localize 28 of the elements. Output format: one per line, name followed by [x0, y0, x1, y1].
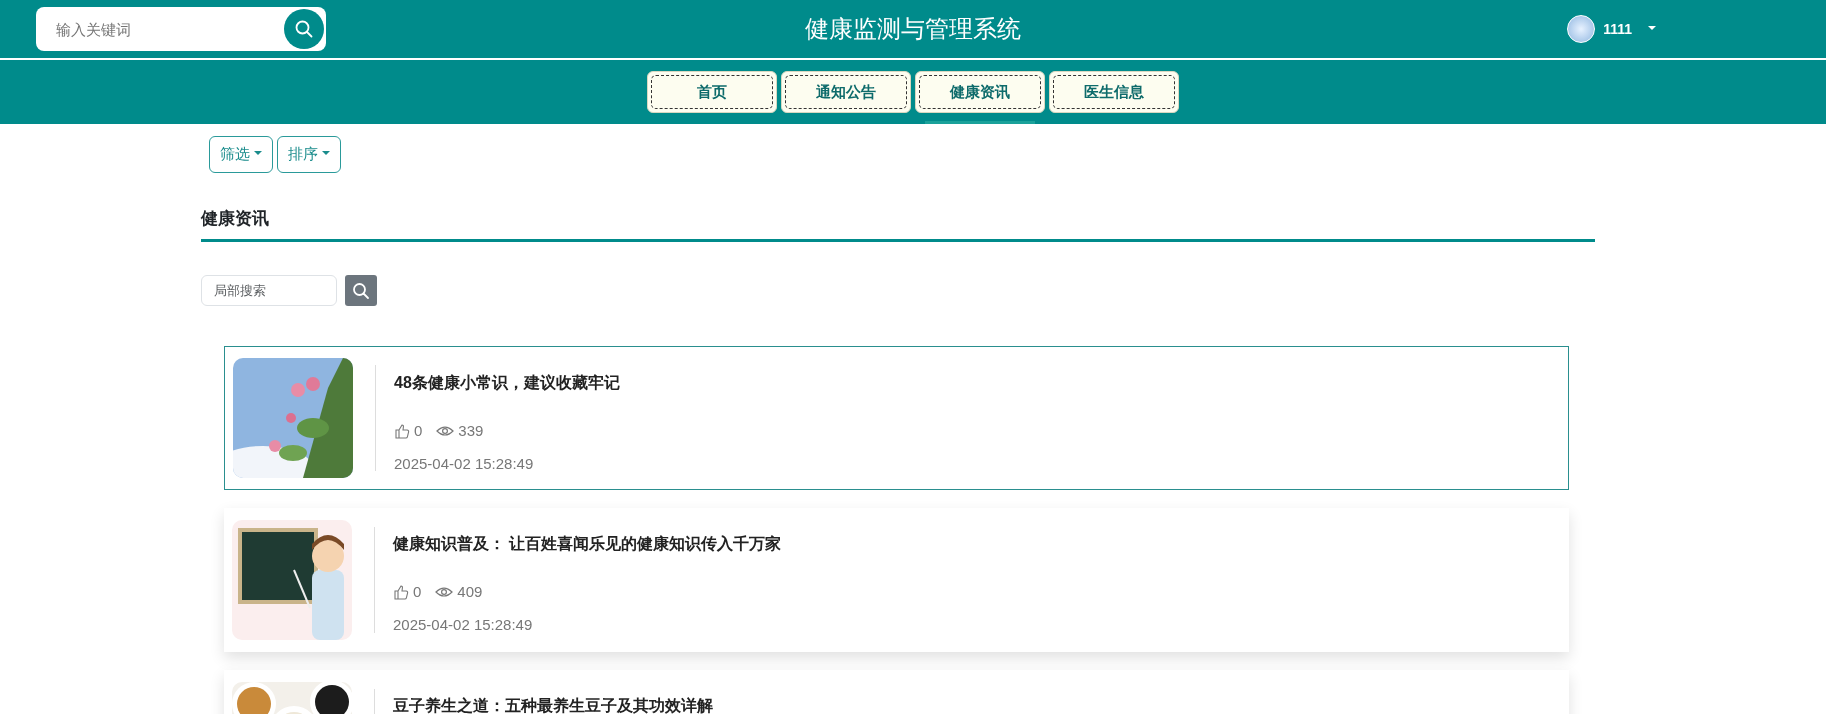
- article-title[interactable]: 健康知识普及： 让百姓喜闻乐见的健康知识传入千万家: [393, 532, 782, 556]
- article-title[interactable]: 48条健康小常识，建议收藏牢记: [394, 371, 620, 395]
- article-title[interactable]: 豆子养生之道：五种最养生豆子及其功效详解: [393, 694, 713, 714]
- thumbs-up-icon[interactable]: [394, 423, 410, 440]
- search-field[interactable]: 局部搜索: [201, 275, 337, 306]
- avatar[interactable]: [1567, 15, 1596, 43]
- view-count: 409: [457, 582, 483, 602]
- dropdown-button[interactable]: 排序: [277, 136, 341, 173]
- eye-icon: [435, 586, 454, 599]
- eye-icon: [436, 425, 455, 438]
- user-name: 1111: [1603, 19, 1632, 39]
- search-field[interactable]: 输入关键词: [36, 7, 282, 51]
- dropdown-button[interactable]: 筛选: [209, 136, 273, 173]
- search-button[interactable]: [345, 275, 377, 306]
- section-heading: 健康资讯: [201, 207, 270, 230]
- article-date: 2025-04-02 15:28:49: [394, 453, 535, 474]
- thumbs-up-icon[interactable]: [393, 584, 409, 601]
- search-icon: [352, 281, 370, 300]
- search-button[interactable]: [282, 7, 326, 51]
- search-icon: [284, 9, 324, 49]
- like-count: 0: [414, 421, 423, 441]
- article-date: 2025-04-02 15:28:49: [393, 614, 534, 635]
- view-count: 339: [458, 421, 484, 441]
- article-card[interactable]: 健康知识普及： 让百姓喜闻乐见的健康知识传入千万家 0 409 2025-04-02 15:28:49: [224, 508, 1569, 652]
- app-title: 健康监测与管理系统: [805, 14, 1021, 44]
- like-count: 0: [413, 582, 422, 602]
- article-card[interactable]: 48条健康小常识，建议收藏牢记 0 339 2025-04-02 15:28:49: [224, 346, 1569, 490]
- article-card[interactable]: 豆子养生之道：五种最养生豆子及其功效详解: [224, 670, 1569, 714]
